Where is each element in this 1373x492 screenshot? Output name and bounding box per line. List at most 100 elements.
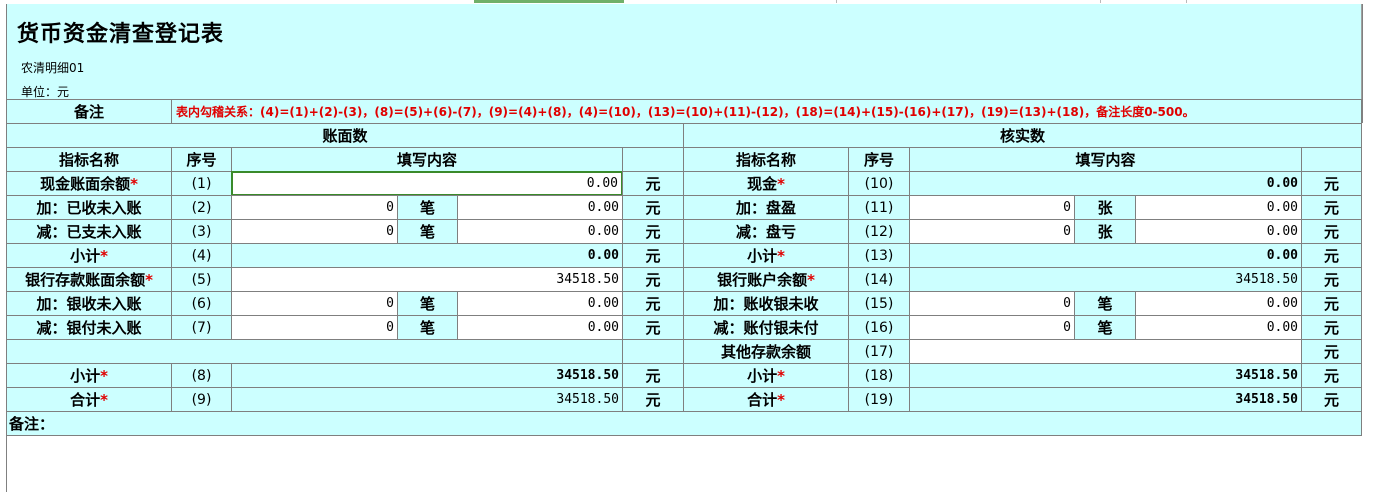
left-row-count-unit: 笔 (397, 291, 458, 316)
left-row-value-text: 0.00 (587, 200, 619, 215)
form-code: 农清明细01 (21, 61, 85, 75)
right-row-label: 其他存款余额 (683, 339, 849, 364)
left-row-unit-text: 元 (645, 391, 661, 409)
right-row-value[interactable] (909, 339, 1302, 364)
left-row-label: 减：已支未入账 (6, 219, 172, 244)
right-header-seq: 序号 (848, 147, 910, 172)
left-row-label-text: 小计 (70, 367, 101, 385)
right-row-count-text: 0 (1063, 200, 1071, 215)
right-row-label-text: 减：账付银未付 (713, 319, 819, 337)
left-row-value[interactable]: 0.00 (231, 171, 623, 196)
right-row-value[interactable]: 34518.50 (909, 363, 1302, 388)
right-row-label: 加：账收银未收 (683, 291, 849, 316)
left-row-unit-text: 元 (645, 175, 661, 193)
left-row-seq-text: (2) (191, 199, 212, 216)
right-row-unit-text: 元 (1323, 319, 1339, 337)
left-row-count-unit-text: 笔 (419, 223, 435, 241)
right-row-count[interactable]: 0 (909, 291, 1075, 316)
left-row-label-text: 减：银付未入账 (36, 319, 142, 337)
left-row-count[interactable]: 0 (231, 315, 398, 340)
left-row-value[interactable]: 0.00 (457, 195, 623, 220)
right-row-count-text: 0 (1063, 224, 1071, 239)
left-row-label: 小计 * (6, 243, 172, 268)
right-row-unit-text: 元 (1323, 223, 1339, 241)
left-row-seq-text: (8) (191, 367, 212, 384)
right-row-value[interactable]: 0.00 (1135, 195, 1302, 220)
right-row-count[interactable]: 0 (909, 195, 1075, 220)
right-row-count-unit-text: 笔 (1097, 295, 1113, 313)
remark-label: 备注： (6, 411, 1362, 436)
left-row-value[interactable]: 34518.50 (231, 363, 623, 388)
section-header-book: 账面数 (6, 123, 684, 148)
right-header-name: 指标名称 (683, 147, 849, 172)
left-row-unit-text: 元 (645, 295, 661, 313)
right-row-label-text: 减：盘亏 (735, 223, 796, 241)
right-row-label-text: 其他存款余额 (720, 343, 811, 361)
right-row-seq-text: (11) (864, 199, 894, 216)
left-row-value[interactable]: 34518.50 (231, 387, 623, 412)
left-row-count[interactable]: 0 (231, 219, 398, 244)
left-row-seq: (2) (171, 195, 232, 220)
left-row-unit: 元 (622, 171, 684, 196)
required-marker: * (777, 366, 785, 385)
required-marker: * (777, 390, 785, 409)
left-row-count-text: 0 (386, 200, 394, 215)
note-label-text: 备注 (73, 103, 104, 121)
left-empty-row (6, 339, 623, 364)
right-row-unit-text: 元 (1323, 199, 1339, 217)
left-row-value[interactable]: 34518.50 (231, 267, 623, 292)
right-row-unit-text: 元 (1323, 343, 1339, 361)
right-row-unit: 元 (1301, 267, 1362, 292)
left-row-count-text: 0 (386, 320, 394, 335)
right-header-name-text: 指标名称 (735, 151, 796, 169)
right-row-value[interactable]: 34518.50 (909, 267, 1302, 292)
left-row-seq-text: (1) (191, 175, 212, 192)
left-row-value-text: 34518.50 (556, 272, 619, 287)
right-row-unit: 元 (1301, 363, 1362, 388)
right-row-unit: 元 (1301, 243, 1362, 268)
spreadsheet: 货币资金清查登记表 农清明细01 单位：元 备注 表内勾稽关系：(4)=(1)+(… (0, 0, 1373, 492)
right-row-label-text: 加：账收银未收 (713, 295, 819, 313)
left-row-unit-text: 元 (645, 367, 661, 385)
left-row-count[interactable]: 0 (231, 195, 398, 220)
left-row-value[interactable]: 0.00 (457, 291, 623, 316)
right-row-count[interactable]: 0 (909, 219, 1075, 244)
right-row-label: 小计 * (683, 363, 849, 388)
right-row-label-text: 加：盘盈 (735, 199, 796, 217)
left-header-content-text: 填写内容 (396, 151, 457, 169)
right-row-unit-text: 元 (1323, 271, 1339, 289)
right-row-count-text: 0 (1063, 320, 1071, 335)
right-row-value[interactable]: 0.00 (1135, 219, 1302, 244)
right-row-seq: (12) (848, 219, 910, 244)
right-row-value-text: 0.00 (1266, 176, 1298, 191)
left-row-label-text: 小计 (70, 247, 101, 265)
right-row-count[interactable]: 0 (909, 315, 1075, 340)
left-row-value-text: 0.00 (587, 296, 619, 311)
right-row-seq: (15) (848, 291, 910, 316)
right-row-unit: 元 (1301, 315, 1362, 340)
left-row-value[interactable]: 0.00 (457, 315, 623, 340)
left-row-count[interactable]: 0 (231, 291, 398, 316)
right-row-count-unit: 笔 (1074, 291, 1136, 316)
right-row-value-text: 34518.50 (1235, 368, 1298, 383)
right-row-value[interactable]: 0.00 (1135, 291, 1302, 316)
left-row-value[interactable]: 0.00 (457, 219, 623, 244)
right-row-value-text: 0.00 (1266, 320, 1298, 335)
note-text-text: 表内勾稽关系：(4)=(1)+(2)-(3)，(8)=(5)+(6)-(7)，(… (176, 105, 1195, 119)
right-row-value[interactable]: 34518.50 (909, 387, 1302, 412)
remark-input[interactable] (6, 436, 1363, 492)
right-row-value[interactable]: 0.00 (909, 243, 1302, 268)
left-row-value-text: 0.00 (587, 320, 619, 335)
left-row-value[interactable]: 0.00 (231, 243, 623, 268)
left-row-count-unit: 笔 (397, 195, 458, 220)
left-row-count-unit: 笔 (397, 315, 458, 340)
column-divider (836, 0, 837, 3)
right-row-value[interactable]: 0.00 (909, 171, 1302, 196)
right-row-value[interactable]: 0.00 (1135, 315, 1302, 340)
right-row-label: 现金 * (683, 171, 849, 196)
required-marker: * (100, 366, 108, 385)
left-row-value-text: 34518.50 (556, 368, 619, 383)
right-row-seq-text: (17) (864, 343, 894, 360)
required-marker: * (130, 174, 138, 193)
left-row-label: 加：银收未入账 (6, 291, 172, 316)
